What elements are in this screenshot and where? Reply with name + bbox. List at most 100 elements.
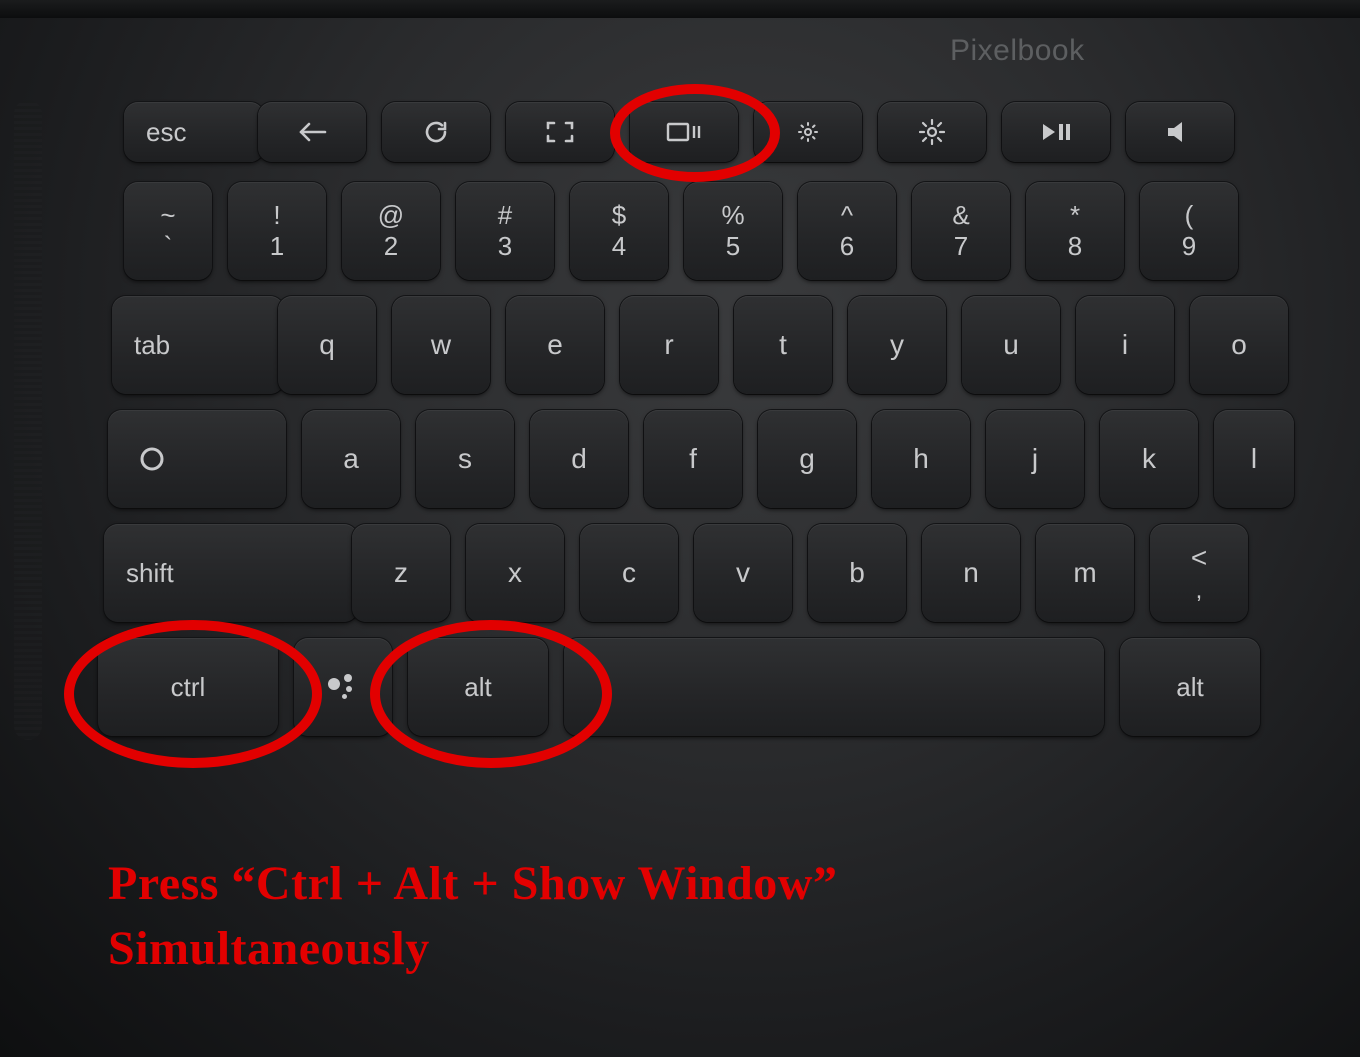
key-j[interactable]: j	[986, 410, 1084, 508]
key-label: a	[343, 443, 359, 475]
key-a[interactable]: a	[302, 410, 400, 508]
key-9[interactable]: ( 9	[1140, 182, 1238, 280]
key-e[interactable]: e	[506, 296, 604, 394]
key-label: k	[1142, 443, 1156, 475]
key-label: y	[890, 329, 904, 361]
key-esc-label: esc	[146, 117, 186, 148]
speaker-grill	[14, 100, 42, 740]
key-search[interactable]	[108, 410, 286, 508]
key-x[interactable]: x	[466, 524, 564, 622]
key-tab[interactable]: tab	[112, 296, 284, 394]
key-6[interactable]: ^ 6	[798, 182, 896, 280]
key-top: ^	[841, 202, 853, 229]
key-shift[interactable]: shift	[104, 524, 358, 622]
key-alt-right[interactable]: alt	[1120, 638, 1260, 736]
key-y[interactable]: y	[848, 296, 946, 394]
key-fullscreen[interactable]	[506, 102, 614, 162]
key-top: $	[612, 202, 626, 229]
key-label: r	[664, 329, 673, 361]
key-top: @	[378, 202, 404, 229]
key-top: ~	[160, 202, 175, 229]
key-top: <	[1191, 543, 1207, 572]
key-label: i	[1122, 329, 1128, 361]
key-label: u	[1003, 329, 1019, 361]
key-u[interactable]: u	[962, 296, 1060, 394]
key-comma[interactable]: < ,	[1150, 524, 1248, 622]
key-w[interactable]: w	[392, 296, 490, 394]
key-1[interactable]: ! 1	[228, 182, 326, 280]
key-c[interactable]: c	[580, 524, 678, 622]
key-label: b	[849, 557, 865, 589]
key-n[interactable]: n	[922, 524, 1020, 622]
key-m[interactable]: m	[1036, 524, 1134, 622]
key-top: #	[498, 202, 512, 229]
key-bot: 8	[1068, 233, 1082, 260]
key-top: (	[1185, 202, 1194, 229]
key-assistant[interactable]	[294, 638, 392, 736]
key-alt-left[interactable]: alt	[408, 638, 548, 736]
key-b[interactable]: b	[808, 524, 906, 622]
key-label: j	[1032, 443, 1038, 475]
key-7[interactable]: & 7	[912, 182, 1010, 280]
annotation-caption: Press “Ctrl + Alt + Show Window” Simulta…	[108, 852, 837, 982]
key-r[interactable]: r	[620, 296, 718, 394]
key-backtick[interactable]: ~ `	[124, 182, 212, 280]
key-3[interactable]: # 3	[456, 182, 554, 280]
key-mute[interactable]	[1126, 102, 1234, 162]
key-label: s	[458, 443, 472, 475]
key-bot: 1	[270, 233, 284, 260]
key-bot: 5	[726, 233, 740, 260]
key-s[interactable]: s	[416, 410, 514, 508]
key-show-windows[interactable]	[630, 102, 738, 162]
key-label: g	[799, 443, 815, 475]
key-f[interactable]: f	[644, 410, 742, 508]
key-k[interactable]: k	[1100, 410, 1198, 508]
key-o[interactable]: o	[1190, 296, 1288, 394]
key-label: v	[736, 557, 750, 589]
key-back[interactable]	[258, 102, 366, 162]
key-8[interactable]: * 8	[1026, 182, 1124, 280]
key-label: t	[779, 329, 787, 361]
annotation-line2: Simultaneously	[108, 917, 837, 982]
refresh-icon	[423, 119, 449, 145]
key-q[interactable]: q	[278, 296, 376, 394]
key-ctrl[interactable]: ctrl	[98, 638, 278, 736]
key-label: w	[431, 329, 451, 361]
key-label: f	[689, 443, 697, 475]
key-i[interactable]: i	[1076, 296, 1174, 394]
key-h[interactable]: h	[872, 410, 970, 508]
key-label: e	[547, 329, 563, 361]
key-top: !	[273, 202, 280, 229]
key-refresh[interactable]	[382, 102, 490, 162]
key-shift-label: shift	[126, 558, 174, 589]
key-brightness-up[interactable]	[878, 102, 986, 162]
key-g[interactable]: g	[758, 410, 856, 508]
key-l[interactable]: l	[1214, 410, 1294, 508]
key-2[interactable]: @ 2	[342, 182, 440, 280]
key-alt-right-label: alt	[1176, 672, 1203, 703]
brand-label: Pixelbook	[950, 34, 1085, 68]
key-bot: `	[164, 233, 173, 260]
key-play-pause[interactable]	[1002, 102, 1110, 162]
key-d[interactable]: d	[530, 410, 628, 508]
key-t[interactable]: t	[734, 296, 832, 394]
brightness-down-icon	[798, 122, 818, 142]
key-space[interactable]	[564, 638, 1104, 736]
key-bot: 2	[384, 233, 398, 260]
key-brightness-down[interactable]	[754, 102, 862, 162]
key-4[interactable]: $ 4	[570, 182, 668, 280]
key-top: %	[721, 202, 744, 229]
key-label: x	[508, 557, 522, 589]
show-windows-icon	[666, 121, 702, 143]
key-esc[interactable]: esc	[124, 102, 264, 162]
key-bot: 6	[840, 233, 854, 260]
key-top: &	[952, 202, 969, 229]
key-5[interactable]: % 5	[684, 182, 782, 280]
key-bot: 4	[612, 233, 626, 260]
back-icon	[297, 120, 327, 144]
brightness-up-icon	[919, 119, 945, 145]
search-key-icon	[139, 446, 165, 472]
key-z[interactable]: z	[352, 524, 450, 622]
key-ctrl-label: ctrl	[171, 672, 206, 703]
key-v[interactable]: v	[694, 524, 792, 622]
